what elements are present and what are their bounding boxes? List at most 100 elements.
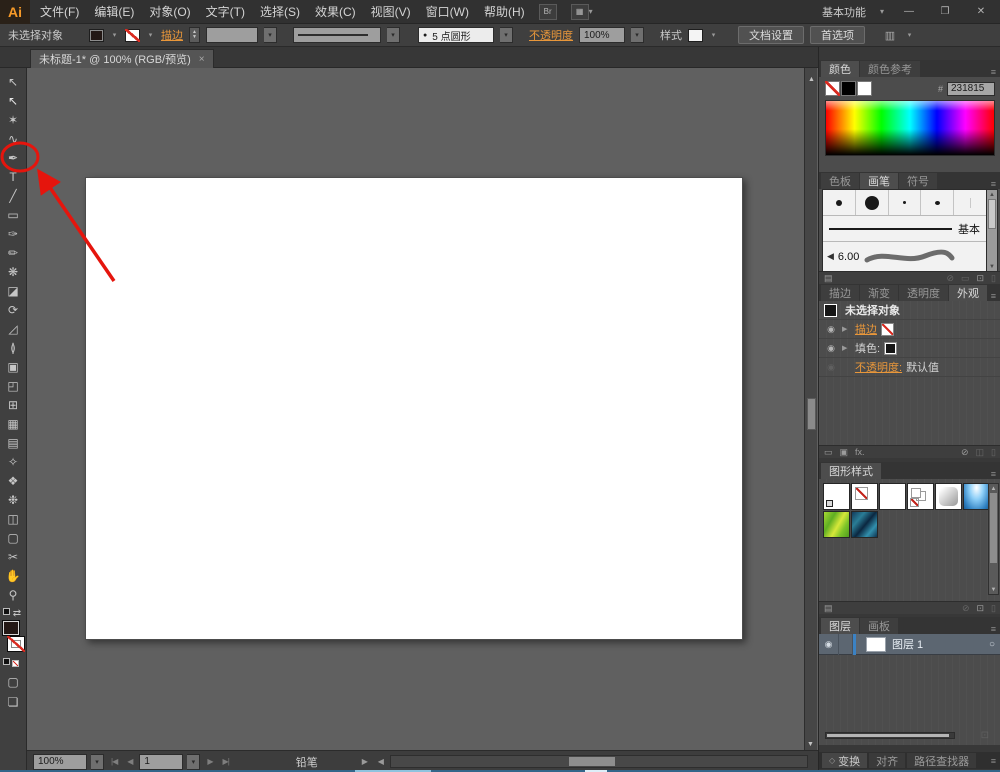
fill-dropdown-icon[interactable]: ▾ — [110, 29, 119, 42]
scale-tool[interactable]: ◿ — [0, 319, 26, 338]
tab-align[interactable]: 对齐 — [869, 753, 905, 768]
style-swatch[interactable] — [688, 29, 703, 42]
delete-style-icon[interactable]: ▯ — [991, 603, 996, 614]
tab-gradient[interactable]: 渐变 — [860, 285, 898, 301]
brush-item[interactable] — [954, 190, 986, 215]
select-similar-dropdown-icon[interactable]: ▾ — [905, 29, 914, 42]
rectangle-tool[interactable]: ▭ — [0, 205, 26, 224]
width-profile-dropdown-icon[interactable]: ▾ — [387, 27, 400, 43]
layer-lock-cell[interactable] — [839, 634, 853, 655]
calligraphic-6-row[interactable]: ◀ 6.00 — [823, 242, 986, 271]
selection-tool[interactable]: ↖ — [0, 72, 26, 91]
layer-visibility-icon[interactable]: ◉ — [819, 634, 839, 655]
layer-thumbnail[interactable] — [866, 637, 886, 652]
style-default[interactable] — [823, 483, 850, 510]
last-artboard-icon[interactable]: ▶| — [220, 757, 232, 766]
white-color-swatch[interactable] — [857, 81, 872, 96]
canvas-area[interactable]: ▲ ▼ — [27, 68, 818, 750]
fill-black-swatch[interactable] — [884, 342, 897, 355]
document-close-icon[interactable]: × — [199, 54, 205, 65]
toolbar-fill-swatch[interactable] — [2, 620, 20, 636]
tab-graphic-styles[interactable]: 图形样式 — [821, 463, 881, 479]
brush-list-scrollbar[interactable]: ▲ ▼ — [986, 189, 998, 272]
direct-selection-tool[interactable]: ↖ — [0, 91, 26, 110]
tab-transform[interactable]: ◇ 变换 — [822, 753, 867, 768]
clear-appearance-icon[interactable]: ⊘ — [961, 447, 969, 458]
opacity-link[interactable]: 不透明度 — [529, 27, 573, 43]
style-two-square-no-fill[interactable] — [907, 483, 934, 510]
scroll-up-icon[interactable]: ▲ — [991, 484, 997, 493]
first-artboard-icon[interactable]: |◀ — [108, 757, 120, 766]
magic-wand-tool[interactable]: ✶ — [0, 110, 26, 129]
slice-tool[interactable]: ✂ — [0, 547, 26, 566]
width-tool[interactable]: ≬ — [0, 338, 26, 357]
column-graph-tool[interactable]: ◫ — [0, 509, 26, 528]
zoom-tool[interactable]: ⚲ — [0, 585, 26, 604]
style-dropdown-icon[interactable]: ▾ — [709, 29, 718, 42]
none-color-swatch[interactable] — [825, 81, 840, 96]
visibility-eye-icon[interactable]: ◉ — [824, 324, 838, 335]
brush-options-icon[interactable]: ▭ — [961, 273, 970, 284]
new-brush-icon[interactable]: ⊡ — [977, 273, 985, 284]
graphic-styles-menu-icon[interactable]: ≡ — [991, 469, 1000, 479]
tab-artboards[interactable]: 画板 — [860, 618, 898, 634]
layers-h-scroll-thumb[interactable] — [827, 734, 949, 737]
layer-name[interactable]: 图层 1 — [892, 636, 923, 652]
brushes-panel-menu-icon[interactable]: ≡ — [991, 179, 1000, 189]
tab-appearance[interactable]: 外观 — [949, 285, 987, 301]
appearance-opacity-link[interactable]: 不透明度: — [855, 359, 902, 375]
bridge-icon[interactable]: Br — [539, 4, 557, 20]
stroke-link[interactable]: 描边 — [161, 27, 183, 43]
minimize-button[interactable]: — — [898, 4, 920, 20]
style-libraries-icon[interactable]: ▤ — [824, 603, 833, 614]
horizontal-scrollbar[interactable] — [390, 755, 808, 768]
tab-stroke[interactable]: 描边 — [821, 285, 859, 301]
scroll-down-icon[interactable]: ▼ — [989, 262, 995, 271]
brush-libraries-icon[interactable]: ▤ — [824, 273, 833, 284]
artboard-tool[interactable]: ▢ — [0, 528, 26, 547]
scroll-up-icon[interactable]: ▲ — [805, 74, 818, 86]
break-link-icon[interactable]: ⊘ — [962, 603, 970, 614]
appearance-stroke-link[interactable]: 描边 — [855, 321, 877, 337]
tab-symbols[interactable]: 符号 — [899, 173, 937, 189]
workspace-switcher[interactable]: 基本功能 — [822, 4, 866, 20]
layers-panel-menu-icon[interactable]: ≡ — [991, 624, 1000, 634]
shape-builder-tool[interactable]: ◰ — [0, 376, 26, 395]
zoom-dropdown-icon[interactable]: ▾ — [91, 754, 104, 770]
screen-mode-button[interactable]: ❏ — [0, 692, 26, 711]
eyedropper-tool[interactable]: ✧ — [0, 452, 26, 471]
brush-item[interactable] — [823, 190, 856, 215]
blob-brush-tool[interactable]: ❋ — [0, 262, 26, 281]
pencil-tool[interactable]: ✏ — [0, 243, 26, 262]
appearance-fill-row[interactable]: ◉ ▶ 填色: — [819, 339, 1000, 358]
brush-definition-select[interactable]: ● 5 点圆形 — [418, 27, 494, 43]
brush-item[interactable] — [856, 190, 889, 215]
brush-item[interactable] — [889, 190, 922, 215]
new-layer-icon[interactable]: ⊡ — [981, 730, 989, 741]
restore-button[interactable]: ❐ — [934, 4, 956, 20]
stroke-dropdown-icon[interactable]: ▾ — [146, 29, 155, 42]
free-transform-tool[interactable]: ▣ — [0, 357, 26, 376]
stroke-none-swatch[interactable] — [881, 323, 894, 336]
stepper-down-icon[interactable]: ▼ — [192, 35, 197, 40]
opacity-dropdown-icon[interactable]: ▾ — [631, 27, 644, 43]
color-spectrum[interactable] — [825, 100, 995, 156]
tab-swatches[interactable]: 色板 — [821, 173, 859, 189]
dock-tabs-menu-icon[interactable]: ≡ — [991, 756, 1000, 766]
stroke-color-swatch[interactable] — [125, 29, 140, 42]
artboard[interactable] — [85, 177, 743, 640]
layer-row[interactable]: ◉ 图层 1 ○ — [819, 634, 1000, 655]
brush-item[interactable] — [921, 190, 954, 215]
brush-scroll-thumb[interactable] — [988, 199, 996, 229]
artboard-dropdown-icon[interactable]: ▾ — [187, 754, 200, 770]
h-scroll-left-button[interactable]: ◀ — [374, 755, 388, 769]
delete-item-icon[interactable]: ▯ — [991, 447, 996, 458]
layer-target-icon[interactable]: ○ — [989, 639, 995, 650]
lasso-tool[interactable]: ∿ — [0, 129, 26, 148]
tab-transparency[interactable]: 透明度 — [899, 285, 948, 301]
tab-pathfinder[interactable]: 路径查找器 — [907, 753, 976, 768]
scroll-down-icon[interactable]: ▼ — [804, 738, 817, 750]
basic-brush-row[interactable]: 基本 — [823, 216, 986, 242]
toolbar-stroke-swatch[interactable] — [7, 636, 25, 652]
mesh-tool[interactable]: ▦ — [0, 414, 26, 433]
